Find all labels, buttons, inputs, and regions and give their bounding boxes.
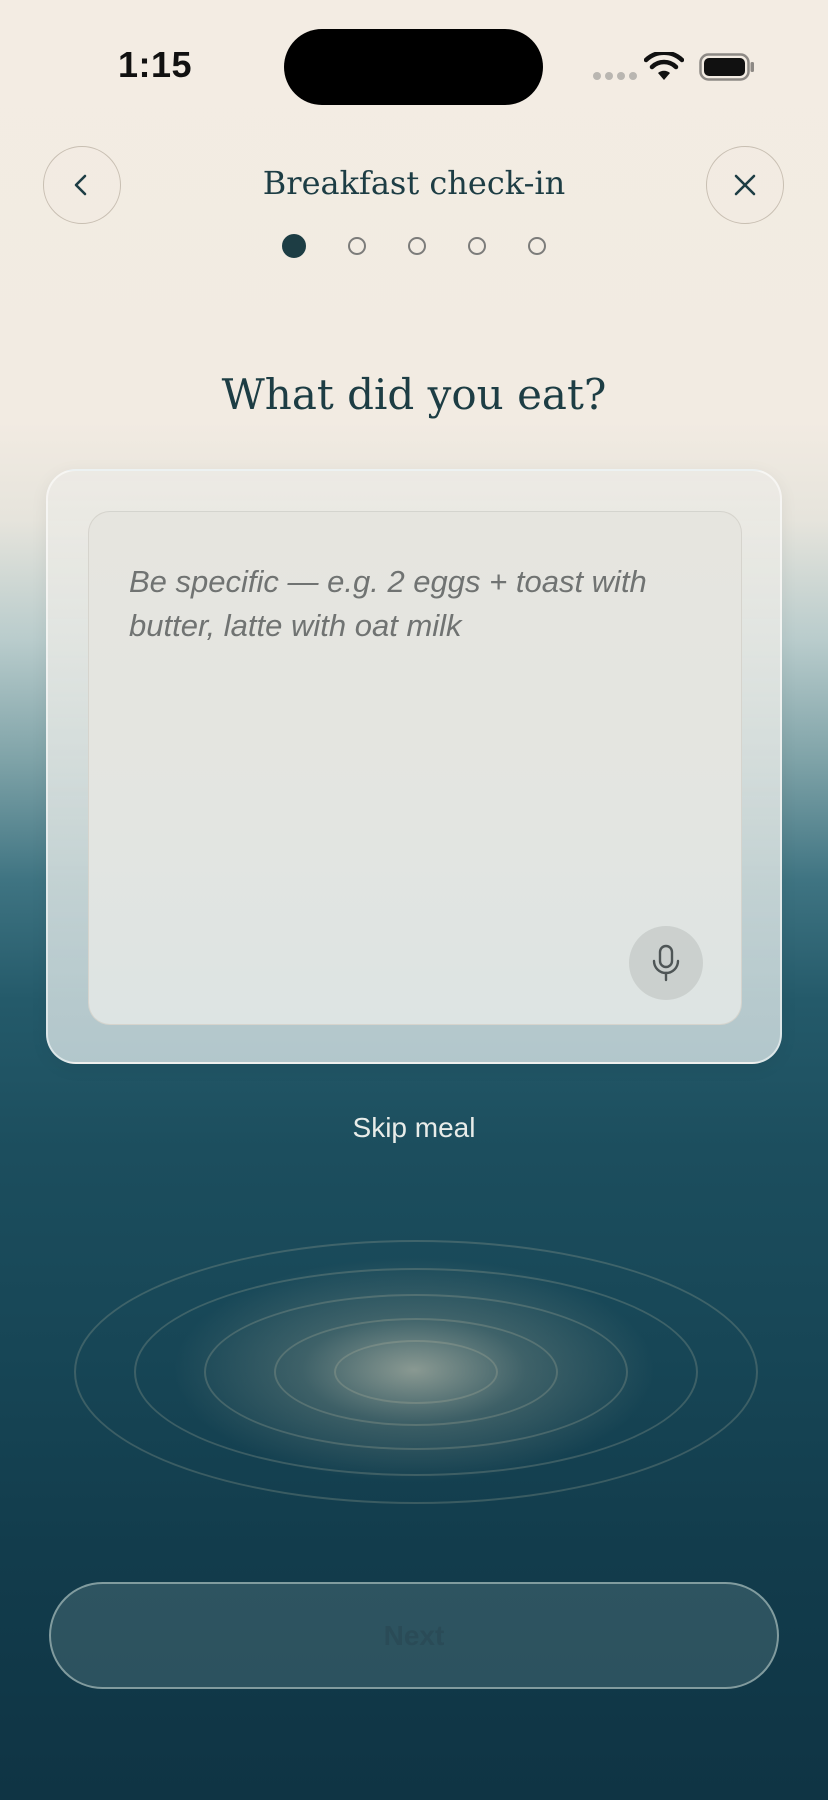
step-dot-5 <box>528 237 546 255</box>
dynamic-island <box>284 29 543 105</box>
page-title: Breakfast check-in <box>262 164 566 202</box>
step-dot-4 <box>468 237 486 255</box>
battery-icon <box>699 53 754 81</box>
meal-input-placeholder: Be specific — e.g. 2 eggs + toast with b… <box>129 564 647 643</box>
wifi-icon <box>644 52 684 80</box>
step-dot-1 <box>282 234 306 258</box>
step-dot-3 <box>408 237 426 255</box>
close-icon <box>734 174 756 196</box>
step-dot-2 <box>348 237 366 255</box>
next-button-label: Next <box>383 1619 445 1651</box>
question-heading: What did you eat? <box>221 370 607 419</box>
meal-description-input[interactable]: Be specific — e.g. 2 eggs + toast with b… <box>88 511 742 1025</box>
skip-meal-link[interactable]: Skip meal <box>0 1112 828 1144</box>
status-time: 1:15 <box>118 44 193 85</box>
next-button[interactable]: Next <box>49 1582 779 1689</box>
step-progress-indicator <box>0 234 828 258</box>
microphone-icon <box>652 944 680 982</box>
close-button[interactable] <box>706 146 784 224</box>
cellular-signal-icon <box>593 72 637 80</box>
voice-input-button[interactable] <box>629 926 703 1000</box>
meal-input-card: Be specific — e.g. 2 eggs + toast with b… <box>46 469 782 1064</box>
